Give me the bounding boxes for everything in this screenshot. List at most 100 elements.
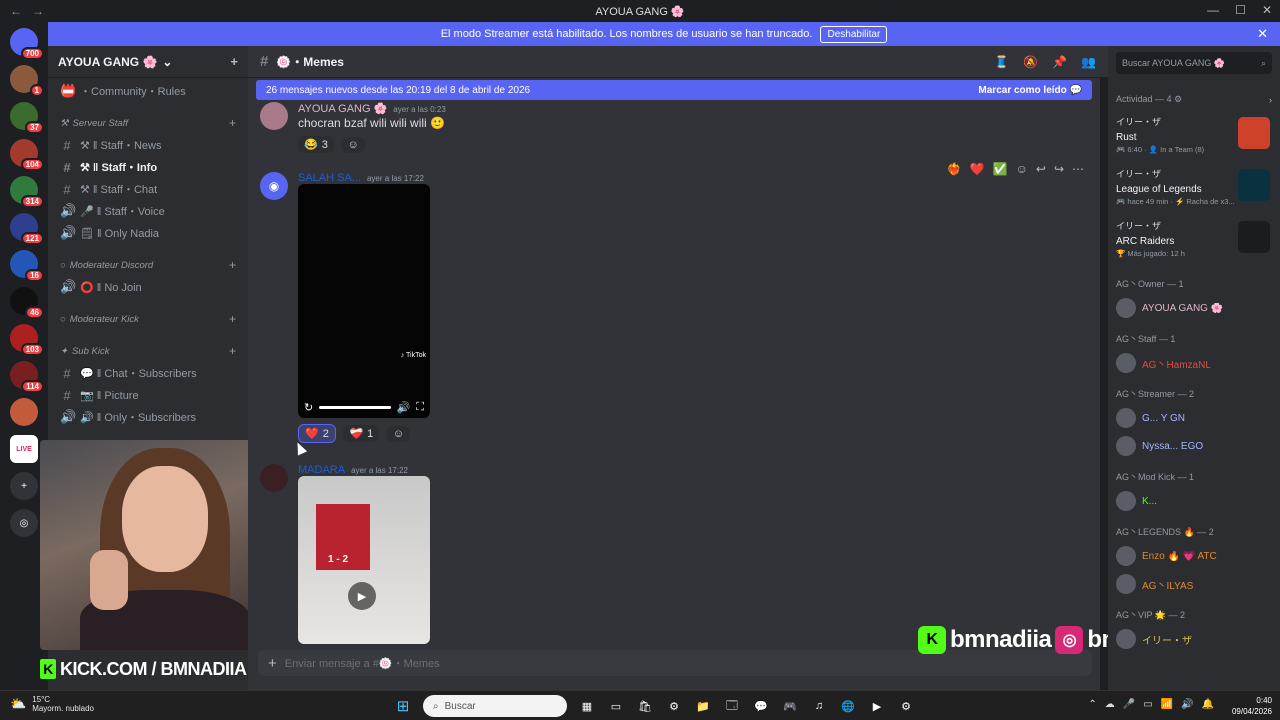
- close-banner-icon[interactable]: ✕: [1257, 26, 1268, 42]
- tray-icon[interactable]: 🔔: [1202, 699, 1214, 710]
- server-header[interactable]: AYOUA GANG 🌸 ⌄ +: [48, 46, 248, 78]
- member-item[interactable]: Nyssa... EGO: [1108, 432, 1280, 460]
- replay-icon[interactable]: ↻: [304, 401, 313, 414]
- server-avatar[interactable]: 1: [10, 65, 44, 97]
- server-avatar[interactable]: 103: [10, 324, 44, 356]
- pin-icon[interactable]: 📌: [1052, 55, 1067, 69]
- server-avatar[interactable]: [10, 398, 38, 426]
- invite-icon[interactable]: +: [230, 54, 238, 69]
- weather-widget[interactable]: ⛅ 15°C Mayorm. nublado: [10, 695, 94, 713]
- channel-item[interactable]: 🔊 🔊 ‖ Only・Subscribers: [54, 406, 242, 428]
- taskbar-app-icon[interactable]: 🗔: [723, 697, 741, 715]
- maximize-button[interactable]: ☐: [1235, 3, 1246, 17]
- tray-icon[interactable]: ☁: [1105, 699, 1115, 710]
- taskbar-app-icon[interactable]: 💬: [752, 697, 770, 715]
- taskbar-app-icon[interactable]: 🎮: [781, 697, 799, 715]
- message-action-icon[interactable]: ❤️‍🔥: [947, 162, 962, 176]
- tray-icon[interactable]: 🎤: [1123, 699, 1135, 710]
- reaction-button[interactable]: ❤️‍🩹 1: [343, 425, 380, 442]
- tray-icon[interactable]: 📶: [1161, 699, 1173, 710]
- channel-item[interactable]: # ⚒ ‖ Staff・Chat: [54, 178, 242, 200]
- add-channel-icon[interactable]: +: [229, 344, 236, 358]
- tray-icon[interactable]: ⌃: [1088, 699, 1096, 710]
- avatar[interactable]: [260, 102, 288, 130]
- message-action-icon[interactable]: ✅: [993, 162, 1008, 176]
- avatar[interactable]: [260, 464, 288, 492]
- member-item[interactable]: AG丶ILYAS: [1108, 570, 1280, 598]
- start-button-icon[interactable]: ⊞: [394, 697, 412, 715]
- taskbar-app-icon[interactable]: ♫: [810, 697, 828, 715]
- activity-card[interactable]: イリー・ザ League of Legends 🎮 hace 49 min · ⚡ …: [1108, 163, 1280, 215]
- member-item[interactable]: G... Y GN: [1108, 404, 1280, 432]
- add-server-icon[interactable]: +: [10, 472, 38, 500]
- member-item[interactable]: K...: [1108, 487, 1280, 515]
- taskbar-search[interactable]: ⌕ Buscar: [423, 695, 567, 717]
- taskbar-app-icon[interactable]: 📁: [694, 697, 712, 715]
- add-channel-icon[interactable]: +: [229, 312, 236, 326]
- add-channel-icon[interactable]: +: [229, 116, 236, 130]
- message-author[interactable]: MADARA: [298, 464, 345, 476]
- channel-item[interactable]: 🔊 ⭕ ‖ No Join: [54, 276, 242, 298]
- tray-icon[interactable]: ▭: [1143, 699, 1152, 710]
- member-item[interactable]: イリー・ザ: [1108, 625, 1280, 653]
- member-item[interactable]: AG丶HamzaNL: [1108, 349, 1280, 377]
- close-window-button[interactable]: ✕: [1262, 3, 1272, 17]
- message-action-icon[interactable]: ↪: [1054, 162, 1064, 176]
- channel-item[interactable]: # 📷 ‖ Picture: [54, 384, 242, 406]
- activity-header[interactable]: Actividad — 4 ⚙ ›: [1108, 80, 1280, 111]
- channel-category[interactable]: ✦ Sub Kick +: [54, 330, 242, 362]
- channel-item[interactable]: # ⚒ ‖ Staff・Info: [54, 156, 242, 178]
- taskbar-app-icon[interactable]: ▦: [578, 697, 596, 715]
- taskbar-app-icon[interactable]: ⚙: [665, 697, 683, 715]
- volume-icon[interactable]: 🔊: [397, 401, 411, 414]
- server-search-input[interactable]: Buscar AYOUA GANG 🌸 ⌕: [1116, 52, 1272, 74]
- server-avatar[interactable]: 114: [10, 361, 44, 393]
- message-action-icon[interactable]: ❤️: [970, 162, 985, 176]
- channel-category[interactable]: ○ Moderateur Kick +: [54, 298, 242, 330]
- discord-avatar-icon[interactable]: ◉: [260, 172, 288, 200]
- mute-icon[interactable]: 🔕: [1023, 55, 1038, 69]
- member-item[interactable]: AYOUA GANG 🌸: [1108, 294, 1280, 322]
- minimize-button[interactable]: —: [1207, 3, 1219, 17]
- taskbar-app-icon[interactable]: ▭: [607, 697, 625, 715]
- attach-plus-icon[interactable]: +: [268, 655, 277, 672]
- play-icon[interactable]: ▶: [348, 582, 376, 610]
- threads-icon[interactable]: 🧵: [994, 55, 1009, 69]
- discord-home-icon[interactable]: 700: [10, 28, 44, 60]
- channel-item[interactable]: 🔊 🎤 ‖ Staff・Voice: [54, 200, 242, 222]
- new-messages-bar[interactable]: 26 mensajes nuevos desde las 20:19 del 8…: [256, 80, 1092, 100]
- disable-streamer-button[interactable]: Deshabilitar: [820, 25, 888, 43]
- message-action-icon[interactable]: ☺: [1016, 162, 1028, 176]
- fullscreen-icon[interactable]: ⛶: [416, 401, 424, 414]
- member-item[interactable]: Enzo 🔥 💗 ATC: [1108, 542, 1280, 570]
- taskbar-app-icon[interactable]: 🌐: [839, 697, 857, 715]
- taskbar-app-icon[interactable]: 🛍: [636, 697, 654, 715]
- message-author[interactable]: AYOUA GANG 🌸: [298, 102, 387, 115]
- add-reaction-button[interactable]: ☺: [386, 426, 411, 442]
- explore-icon[interactable]: ◎: [10, 509, 38, 537]
- mark-read-button[interactable]: Marcar como leído 💬: [978, 85, 1082, 96]
- add-channel-icon[interactable]: +: [229, 258, 236, 272]
- channel-item[interactable]: # ⚒ ‖ Staff・News: [54, 134, 242, 156]
- video-attachment[interactable]: ♪ TikTok ↻ 🔊 ⛶: [298, 184, 430, 418]
- channel-category[interactable]: ○ Moderateur Discord +: [54, 244, 242, 276]
- members-icon[interactable]: 👥: [1081, 55, 1096, 69]
- back-arrow-icon[interactable]: ←: [10, 4, 22, 18]
- video-preview-attachment[interactable]: 1 - 2 ▶: [298, 476, 430, 644]
- forward-arrow-icon[interactable]: →: [32, 4, 44, 18]
- channel-category[interactable]: ⚒ Serveur Staff +: [54, 102, 242, 134]
- message-action-icon[interactable]: ⋯: [1072, 162, 1084, 176]
- message-author[interactable]: SALAH SA...: [298, 172, 361, 184]
- server-avatar[interactable]: 314: [10, 176, 44, 208]
- server-avatar[interactable]: 46: [10, 287, 44, 319]
- server-avatar[interactable]: 104: [10, 139, 44, 171]
- composer-placeholder[interactable]: Enviar mensaje a #🍥・Memes: [285, 655, 440, 671]
- channel-item[interactable]: 🔊 🗒 ‖ Only Nadia: [54, 222, 242, 244]
- tiktok-live-icon[interactable]: LIVE: [10, 435, 38, 463]
- video-progress-bar[interactable]: [319, 406, 391, 409]
- activity-card[interactable]: イリー・ザ ARC Raiders 🏆 Más jugado: 12 h: [1108, 215, 1280, 267]
- server-avatar[interactable]: 37: [10, 102, 44, 134]
- channel-item[interactable]: 📛 ・Community・Rules: [54, 80, 242, 102]
- message-action-icon[interactable]: ↩: [1036, 162, 1046, 176]
- taskbar-app-icon[interactable]: ▶: [868, 697, 886, 715]
